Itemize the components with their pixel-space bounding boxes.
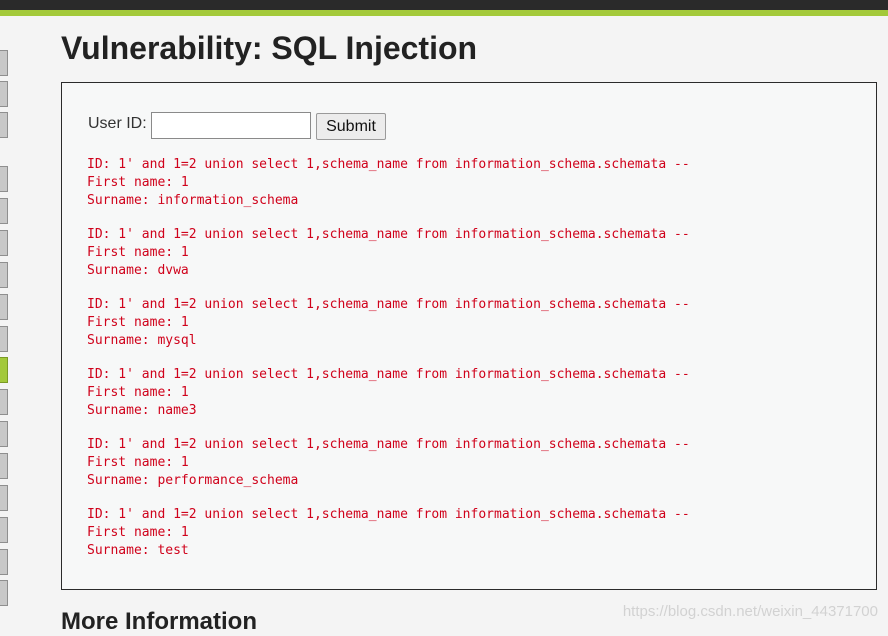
result-id-line: ID: 1' and 1=2 union select 1,schema_nam… bbox=[87, 227, 690, 242]
result-id-line: ID: 1' and 1=2 union select 1,schema_nam… bbox=[87, 437, 690, 452]
result-surname: Surname: name3 bbox=[87, 403, 197, 418]
result-surname: Surname: performance_schema bbox=[87, 473, 299, 488]
side-nav-item[interactable] bbox=[0, 580, 8, 606]
side-nav-item[interactable] bbox=[0, 326, 8, 352]
result-id-line: ID: 1' and 1=2 union select 1,schema_nam… bbox=[87, 297, 690, 312]
vulnerable-code-area: User ID: Submit ID: 1' and 1=2 union sel… bbox=[61, 82, 877, 590]
submit-button[interactable]: Submit bbox=[316, 113, 386, 140]
result-first-name: First name: 1 bbox=[87, 455, 189, 470]
side-nav-item[interactable] bbox=[0, 198, 8, 224]
result-surname: Surname: mysql bbox=[87, 333, 197, 348]
result-block: ID: 1' and 1=2 union select 1,schema_nam… bbox=[87, 226, 867, 280]
side-nav-item[interactable] bbox=[0, 50, 8, 76]
result-surname: Surname: dvwa bbox=[87, 263, 189, 278]
side-nav-item-active[interactable] bbox=[0, 357, 8, 383]
side-nav-item[interactable] bbox=[0, 262, 8, 288]
side-nav-item[interactable] bbox=[0, 485, 8, 511]
watermark: https://blog.csdn.net/weixin_44371700 bbox=[622, 603, 878, 620]
result-surname: Surname: information_schema bbox=[87, 193, 299, 208]
side-nav bbox=[0, 0, 10, 632]
side-nav-item[interactable] bbox=[0, 112, 8, 138]
result-first-name: First name: 1 bbox=[87, 315, 189, 330]
result-surname: Surname: test bbox=[87, 543, 189, 558]
side-nav-item[interactable] bbox=[0, 81, 8, 107]
page-title: Vulnerability: SQL Injection bbox=[61, 30, 478, 66]
result-id-line: ID: 1' and 1=2 union select 1,schema_nam… bbox=[87, 157, 690, 172]
query-results: ID: 1' and 1=2 union select 1,schema_nam… bbox=[87, 156, 867, 576]
side-nav-item[interactable] bbox=[0, 549, 8, 575]
result-id-line: ID: 1' and 1=2 union select 1,schema_nam… bbox=[87, 367, 690, 382]
side-nav-item[interactable] bbox=[0, 517, 8, 543]
top-bar bbox=[0, 0, 888, 10]
result-block: ID: 1' and 1=2 union select 1,schema_nam… bbox=[87, 296, 867, 350]
userid-input[interactable] bbox=[151, 112, 311, 139]
result-block: ID: 1' and 1=2 union select 1,schema_nam… bbox=[87, 366, 867, 420]
top-bar-accent bbox=[0, 10, 888, 16]
result-first-name: First name: 1 bbox=[87, 525, 189, 540]
result-block: ID: 1' and 1=2 union select 1,schema_nam… bbox=[87, 156, 867, 210]
side-nav-item[interactable] bbox=[0, 389, 8, 415]
userid-label: User ID: bbox=[88, 115, 147, 132]
result-block: ID: 1' and 1=2 union select 1,schema_nam… bbox=[87, 436, 867, 490]
side-nav-item[interactable] bbox=[0, 453, 8, 479]
side-nav-item[interactable] bbox=[0, 294, 8, 320]
result-block: ID: 1' and 1=2 union select 1,schema_nam… bbox=[87, 506, 867, 560]
result-first-name: First name: 1 bbox=[87, 245, 189, 260]
side-nav-item[interactable] bbox=[0, 166, 8, 192]
side-nav-item[interactable] bbox=[0, 421, 8, 447]
result-first-name: First name: 1 bbox=[87, 175, 189, 190]
result-id-line: ID: 1' and 1=2 union select 1,schema_nam… bbox=[87, 507, 690, 522]
side-nav-item[interactable] bbox=[0, 230, 8, 256]
result-first-name: First name: 1 bbox=[87, 385, 189, 400]
